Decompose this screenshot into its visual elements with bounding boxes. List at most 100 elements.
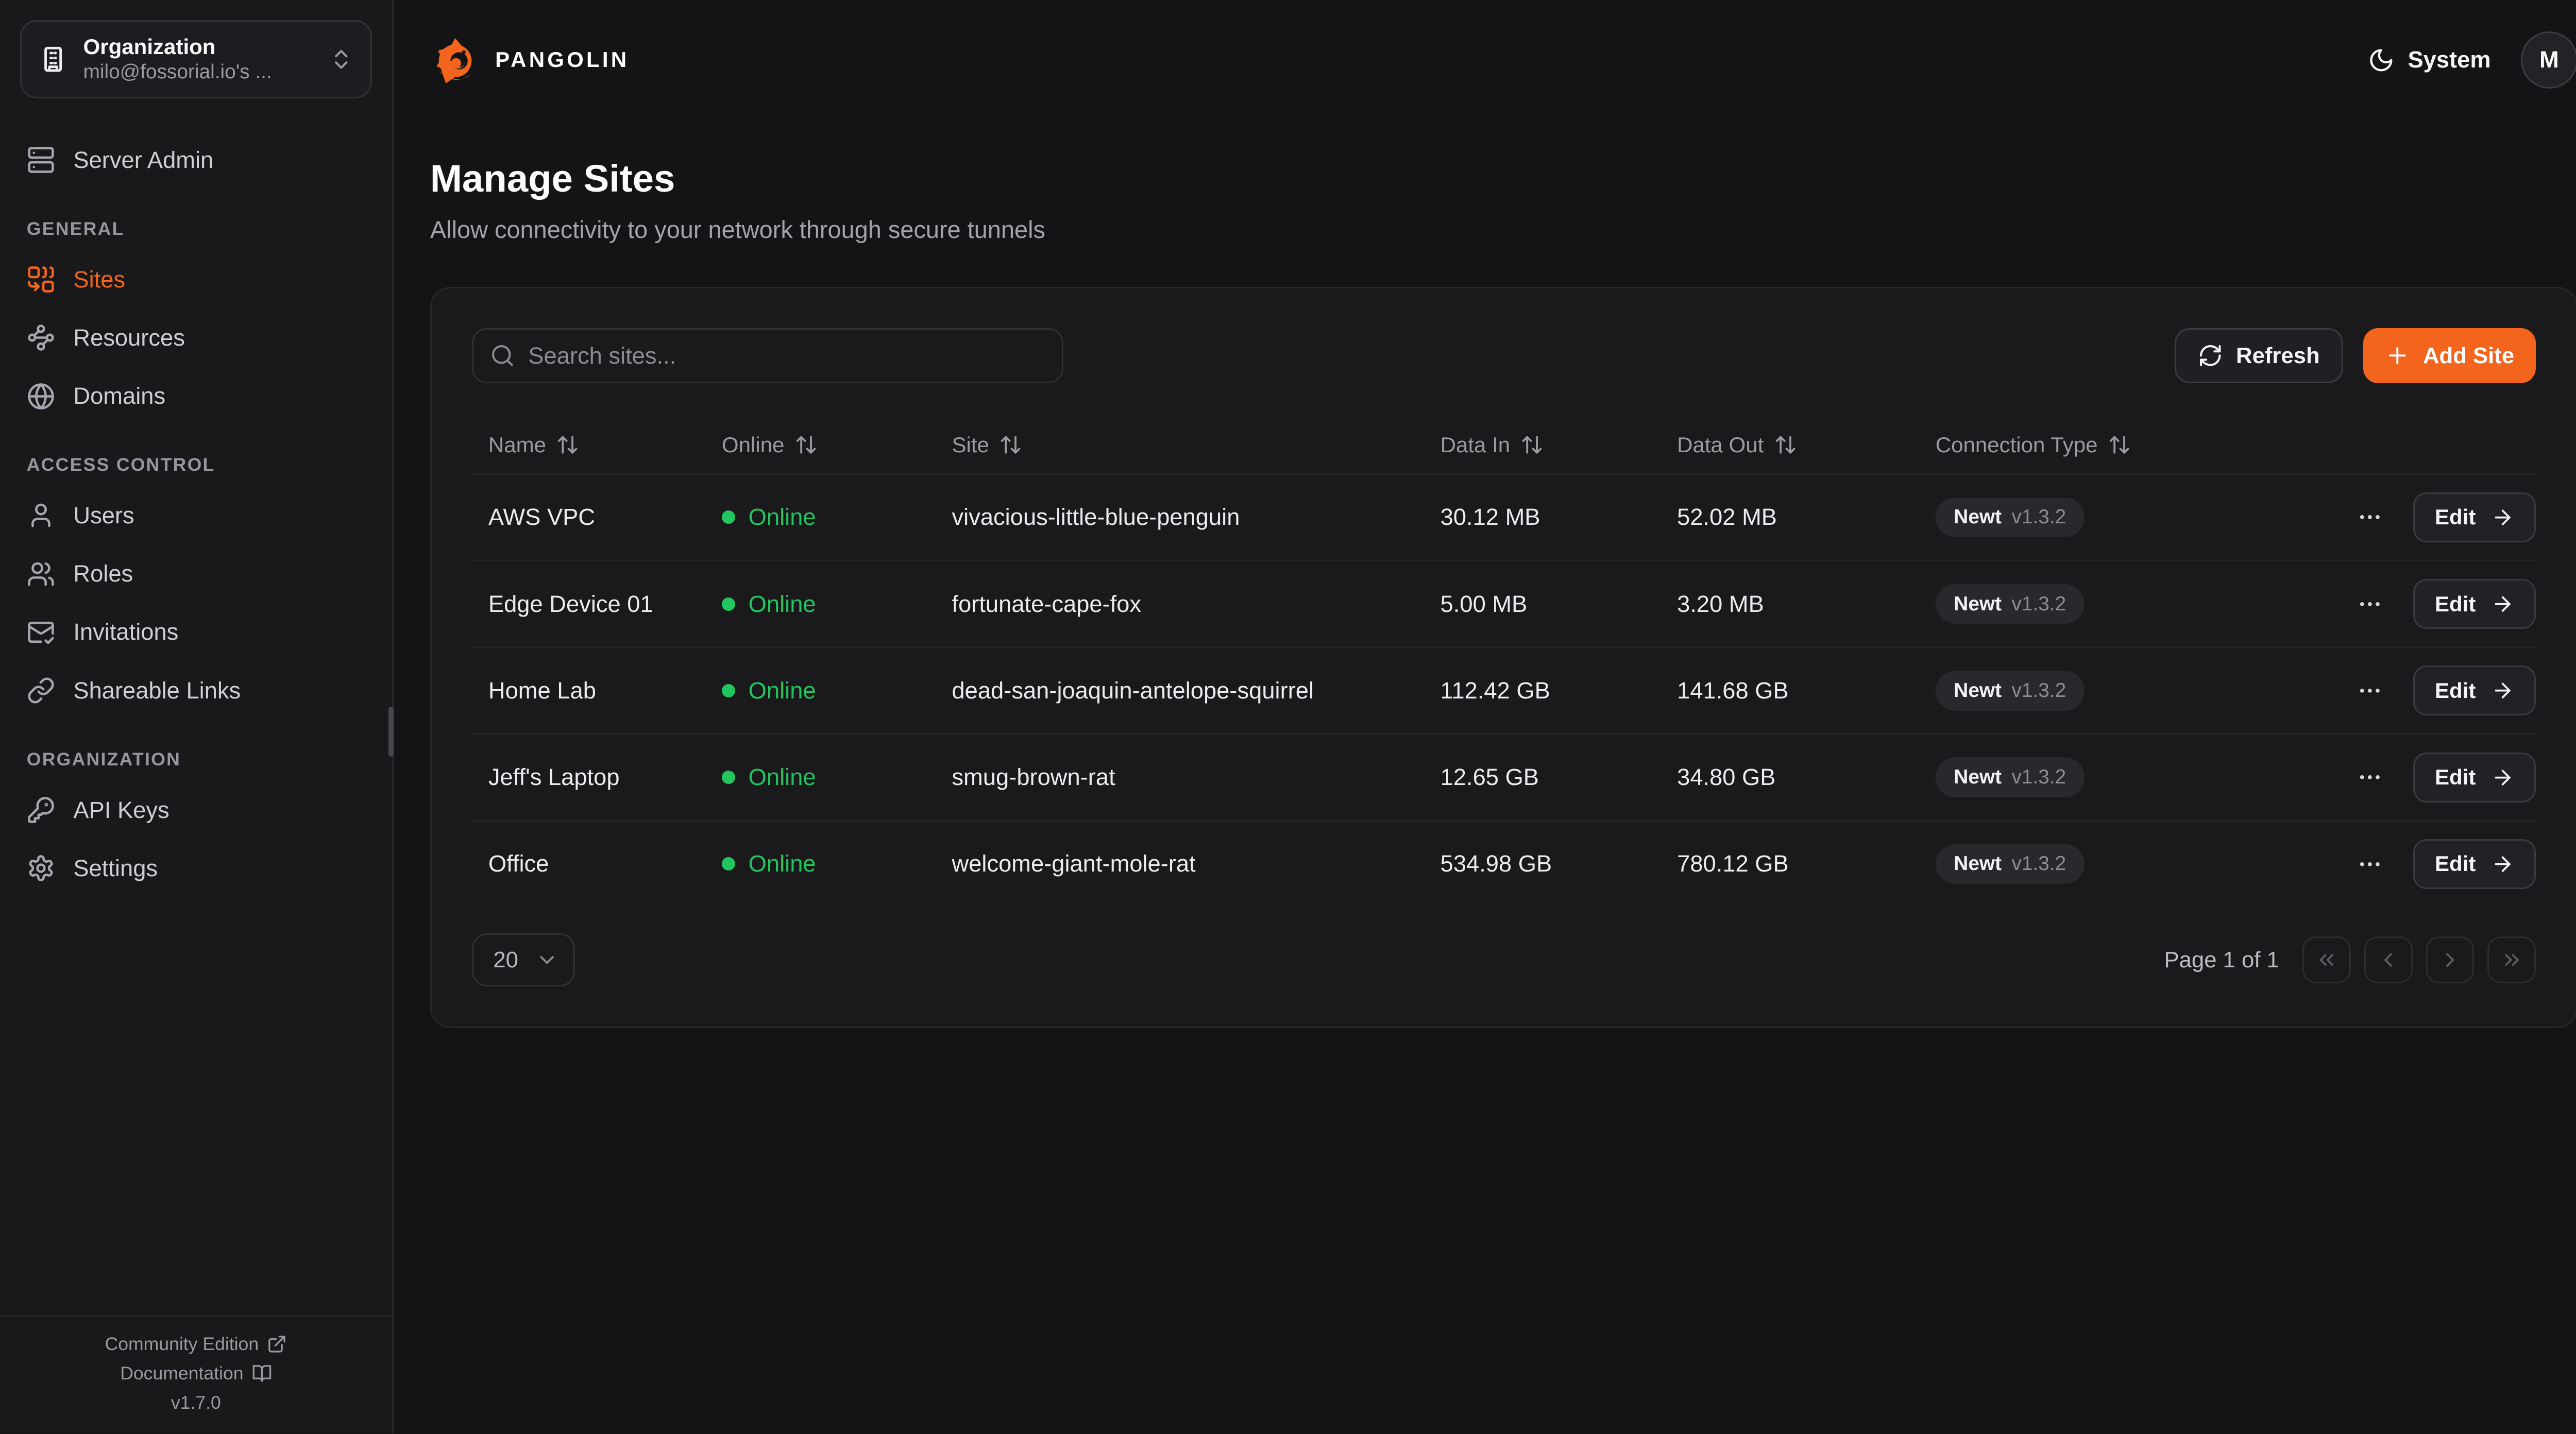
last-page-button[interactable] — [2487, 936, 2536, 983]
first-page-button[interactable] — [2302, 936, 2351, 983]
plus-icon — [2385, 343, 2410, 368]
arrow-right-icon — [2491, 852, 2514, 876]
chevrons-left-icon — [2315, 948, 2338, 971]
sidebar-item-label: Shareable Links — [73, 677, 241, 704]
brand: PANGOLIN — [430, 35, 629, 85]
sidebar-item-shareable-links[interactable]: Shareable Links — [27, 672, 365, 709]
sidebar-scrollbar-thumb[interactable] — [388, 707, 394, 757]
ellipsis-icon — [2357, 851, 2383, 878]
sidebar-item-roles[interactable]: Roles — [27, 556, 365, 592]
table-row: AWS VPC Online vivacious-little-blue-pen… — [472, 473, 2536, 560]
page-size-select[interactable]: 20 — [472, 933, 575, 987]
page-content: Manage Sites Allow connectivity to your … — [394, 120, 2576, 1028]
status-dot-icon — [722, 771, 735, 784]
sidebar-item-resources[interactable]: Resources — [27, 319, 365, 356]
table-row: Home Lab Online dead-san-joaquin-antelop… — [472, 646, 2536, 733]
site-slug-cell: fortunate-cape-fox — [935, 591, 1423, 618]
arrow-right-icon — [2491, 592, 2514, 616]
refresh-button[interactable]: Refresh — [2175, 328, 2343, 383]
add-site-button[interactable]: Add Site — [2363, 328, 2536, 383]
arrow-right-icon — [2491, 766, 2514, 789]
server-icon — [27, 146, 55, 174]
sidebar-item-server-admin[interactable]: Server Admin — [27, 142, 365, 178]
site-slug-cell: smug-brown-rat — [935, 764, 1423, 791]
edit-button[interactable]: Edit — [2413, 753, 2535, 803]
sites-table: Name Online Site Data In — [472, 417, 2536, 907]
theme-toggle-label: System — [2408, 46, 2490, 73]
actions-cell: Edit — [2322, 492, 2539, 542]
moon-icon — [2368, 47, 2395, 74]
book-open-icon — [252, 1363, 272, 1384]
column-header-data-in[interactable]: Data In — [1423, 433, 1660, 457]
page-info: Page 1 of 1 — [2164, 947, 2279, 973]
row-actions-menu-button[interactable] — [2351, 586, 2388, 622]
row-actions-menu-button[interactable] — [2351, 499, 2388, 536]
sidebar-item-invitations[interactable]: Invitations — [27, 614, 365, 651]
row-actions-menu-button[interactable] — [2351, 846, 2388, 882]
avatar[interactable]: M — [2521, 31, 2576, 88]
column-header-name[interactable]: Name — [472, 433, 705, 457]
site-name-cell: Jeff's Laptop — [472, 764, 705, 791]
data-in-cell: 534.98 GB — [1423, 850, 1660, 877]
column-header-connection-type[interactable]: Connection Type — [1919, 433, 2322, 457]
sidebar-item-label: Resources — [73, 325, 185, 351]
online-status-cell: Online — [705, 591, 936, 618]
table-row: Office Online welcome-giant-mole-rat 534… — [472, 820, 2536, 907]
search-input[interactable] — [528, 343, 1045, 369]
site-slug-cell: dead-san-joaquin-antelope-squirrel — [935, 677, 1423, 704]
edit-button[interactable]: Edit — [2413, 839, 2535, 889]
sidebar-item-label: Settings — [73, 855, 158, 882]
data-out-cell: 52.02 MB — [1660, 504, 1919, 531]
ellipsis-icon — [2357, 504, 2383, 531]
site-name-cell: AWS VPC — [472, 504, 705, 531]
sort-arrows-icon — [1774, 433, 1797, 456]
row-actions-menu-button[interactable] — [2351, 672, 2388, 709]
next-page-button[interactable] — [2426, 936, 2475, 983]
gear-icon — [27, 854, 55, 882]
edit-button[interactable]: Edit — [2413, 665, 2535, 715]
table-header-row: Name Online Site Data In — [472, 417, 2536, 473]
column-header-site[interactable]: Site — [935, 433, 1423, 457]
sidebar-section-organization: ORGANIZATION — [27, 749, 365, 770]
org-switcher[interactable]: Organization milo@fossorial.io's ... — [20, 20, 372, 98]
connection-type-badge: Newt v1.3.2 — [1936, 584, 2084, 624]
actions-cell: Edit — [2322, 579, 2539, 629]
prev-page-button[interactable] — [2364, 936, 2413, 983]
sidebar-item-label: Server Admin — [73, 147, 213, 174]
data-in-cell: 5.00 MB — [1423, 591, 1660, 618]
online-status-cell: Online — [705, 504, 936, 531]
sidebar-item-label: Domains — [73, 383, 165, 409]
data-out-cell: 141.68 GB — [1660, 677, 1919, 704]
community-edition-link[interactable]: Community Edition — [105, 1334, 287, 1355]
site-name-cell: Home Lab — [472, 677, 705, 704]
site-name-cell: Office — [472, 850, 705, 877]
connection-type-badge: Newt v1.3.2 — [1936, 844, 2084, 884]
sidebar-item-api-keys[interactable]: API Keys — [27, 792, 365, 828]
sidebar-item-users[interactable]: Users — [27, 497, 365, 534]
row-actions-menu-button[interactable] — [2351, 759, 2388, 796]
card-toolbar: Refresh Add Site — [472, 328, 2536, 383]
column-header-online[interactable]: Online — [705, 433, 936, 457]
edit-button[interactable]: Edit — [2413, 579, 2535, 629]
page-title: Manage Sites — [430, 153, 2576, 203]
chevron-down-icon — [535, 948, 558, 971]
edit-button[interactable]: Edit — [2413, 492, 2535, 542]
connection-type-cell: Newt v1.3.2 — [1919, 584, 2322, 624]
theme-toggle[interactable]: System — [2368, 46, 2491, 73]
refresh-icon — [2198, 343, 2223, 368]
connection-type-badge: Newt v1.3.2 — [1936, 757, 2084, 797]
documentation-link[interactable]: Documentation — [120, 1363, 272, 1384]
org-switcher-label: Organization — [83, 35, 314, 59]
pagination: 20 Page 1 of 1 — [472, 933, 2536, 987]
sites-card: Refresh Add Site Name — [430, 287, 2576, 1028]
chevrons-up-down-icon — [329, 47, 354, 72]
mail-check-icon — [27, 618, 55, 646]
sidebar-item-settings[interactable]: Settings — [27, 850, 365, 886]
column-header-data-out[interactable]: Data Out — [1660, 433, 1919, 457]
connection-type-cell: Newt v1.3.2 — [1919, 844, 2322, 884]
arrow-right-icon — [2491, 506, 2514, 529]
sidebar-item-domains[interactable]: Domains — [27, 378, 365, 414]
pangolin-logo-icon — [430, 35, 480, 85]
sidebar-item-sites[interactable]: Sites — [27, 261, 365, 298]
data-in-cell: 30.12 MB — [1423, 504, 1660, 531]
